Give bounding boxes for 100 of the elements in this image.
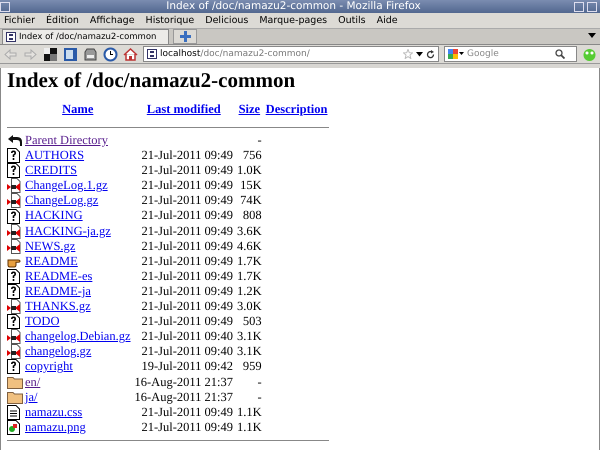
folder-icon — [7, 390, 23, 404]
menu-item[interactable]: Fichier — [4, 13, 36, 28]
modified-date: 21-Jul-2011 09:49 — [141, 148, 234, 162]
file-size: 3.1K — [237, 329, 262, 344]
file-size: 503 — [242, 314, 262, 328]
menu-item[interactable]: Marque-pages — [259, 13, 328, 28]
unknown-file-icon — [7, 208, 20, 224]
star-icon[interactable] — [403, 49, 413, 59]
modified-date: 21-Jul-2011 09:49 — [141, 193, 234, 208]
file-link[interactable]: README-es — [25, 268, 92, 283]
modified-date: 21-Jul-2011 09:49 — [141, 224, 234, 238]
menu-item[interactable]: Aide — [376, 13, 398, 28]
maximize-button[interactable] — [574, 2, 584, 12]
file-link[interactable]: ChangeLog.1.gz — [25, 178, 108, 192]
window-title: Index of /doc/namazu2-common - Mozilla Firefox — [165, 0, 422, 13]
compressed-file-icon — [7, 178, 21, 194]
page-icon — [6, 32, 16, 42]
modified-date: 21-Jul-2011 09:49 — [141, 254, 234, 268]
file-link[interactable]: README-ja — [25, 284, 91, 298]
modified-date: 19-Jul-2011 09:42 — [141, 359, 234, 374]
modified-date: 21-Jul-2011 09:49 — [141, 404, 234, 419]
search-engine-icon[interactable] — [448, 49, 464, 59]
unknown-file-icon — [7, 148, 20, 164]
unknown-file-icon — [7, 284, 20, 299]
clock-icon[interactable] — [103, 46, 118, 62]
file-link[interactable]: TODO — [25, 314, 60, 328]
plus-icon — [180, 31, 191, 42]
browser-tab[interactable]: Index of /doc/namazu2-common — [2, 29, 170, 44]
modified-date: 21-Jul-2011 09:49 — [141, 299, 234, 314]
file-link[interactable]: README — [25, 254, 78, 268]
file-link[interactable]: changelog.gz — [25, 344, 92, 358]
search-box[interactable]: Google — [444, 46, 577, 62]
file-link[interactable]: AUTHORS — [25, 148, 84, 162]
bag-icon[interactable] — [83, 46, 98, 62]
compressed-file-icon — [7, 299, 21, 314]
file-link[interactable]: namazu.css — [25, 404, 82, 419]
modified-date: 16-Aug-2011 21:37 — [134, 374, 234, 388]
menu-item[interactable]: Delicious — [205, 13, 248, 28]
file-size: 1.2K — [237, 284, 262, 298]
file-size: 756 — [242, 148, 262, 162]
unknown-file-icon — [7, 163, 20, 178]
search-icon[interactable] — [555, 49, 565, 59]
modified-date: 21-Jul-2011 09:49 — [141, 178, 234, 192]
file-link[interactable]: namazu.png — [25, 420, 86, 434]
new-tab-button[interactable] — [173, 29, 198, 44]
address-bar[interactable]: localhost/doc/namazu2-common/ — [143, 46, 439, 62]
modified-date: 21-Jul-2011 09:49 — [141, 163, 234, 178]
file-size: 4.6K — [237, 238, 262, 253]
file-link[interactable]: THANKS.gz — [25, 299, 91, 314]
modified-date: 21-Jul-2011 09:40 — [141, 329, 234, 344]
window-menu-button[interactable] — [0, 2, 10, 12]
page-heading: Index of /doc/namazu2-common — [7, 68, 296, 93]
unknown-file-icon — [7, 314, 20, 330]
file-size: 74K — [240, 193, 262, 208]
file-size: 1.1K — [237, 420, 262, 434]
tab-list-icon[interactable] — [588, 33, 596, 39]
file-link[interactable]: HACKING-ja.gz — [25, 224, 111, 238]
column-header-link[interactable]: Description — [266, 102, 328, 116]
menu-item[interactable]: Affichage — [90, 13, 135, 28]
compressed-file-icon — [7, 329, 21, 344]
stop-icon[interactable] — [63, 46, 78, 62]
modified-date: 21-Jul-2011 09:49 — [141, 314, 234, 328]
file-link[interactable]: NEWS.gz — [25, 238, 76, 253]
file-link[interactable]: changelog.Debian.gz — [25, 329, 131, 344]
modified-date: 21-Jul-2011 09:49 — [141, 238, 234, 253]
compressed-file-icon — [7, 193, 21, 208]
column-header-link[interactable]: Size — [238, 102, 260, 116]
dropdown-icon[interactable] — [416, 52, 423, 56]
file-link[interactable]: ChangeLog.gz — [25, 193, 98, 208]
back-arrow-icon — [7, 134, 23, 148]
modified-date: 16-Aug-2011 21:37 — [134, 390, 234, 404]
modified-date: 21-Jul-2011 09:49 — [141, 268, 234, 283]
file-link[interactable]: HACKING — [25, 208, 83, 222]
modified-date: 21-Jul-2011 09:40 — [141, 344, 234, 358]
file-link[interactable]: copyright — [25, 359, 73, 374]
file-size: 3.0K — [237, 299, 262, 314]
file-link[interactable]: CREDITS — [25, 163, 78, 178]
unknown-file-icon — [7, 359, 20, 374]
file-size: - — [258, 133, 262, 147]
file-size: 959 — [242, 359, 262, 374]
file-size: 15K — [240, 178, 262, 192]
menu-item[interactable]: Historique — [146, 13, 194, 28]
column-header-link[interactable]: Name — [62, 102, 94, 116]
menu-item[interactable]: Édition — [46, 13, 79, 28]
column-header-link[interactable]: Last modified — [146, 102, 221, 116]
file-size: 1.1K — [237, 404, 262, 419]
file-size: 3.6K — [237, 224, 262, 238]
file-link[interactable]: en/ — [25, 374, 40, 388]
file-size: 808 — [242, 208, 262, 222]
file-link[interactable]: ja/ — [25, 390, 38, 404]
file-size: 1.7K — [237, 254, 262, 268]
compressed-file-icon — [7, 224, 21, 239]
file-link[interactable]: Parent Directory — [25, 133, 108, 147]
home-icon[interactable] — [123, 46, 138, 62]
menu-item[interactable]: Outils — [338, 13, 366, 28]
compressed-file-icon — [7, 344, 21, 360]
close-button[interactable] — [587, 2, 597, 12]
modified-date: 21-Jul-2011 09:49 — [141, 284, 234, 298]
modified-date: 21-Jul-2011 09:49 — [141, 208, 234, 222]
file-size: - — [258, 374, 262, 388]
